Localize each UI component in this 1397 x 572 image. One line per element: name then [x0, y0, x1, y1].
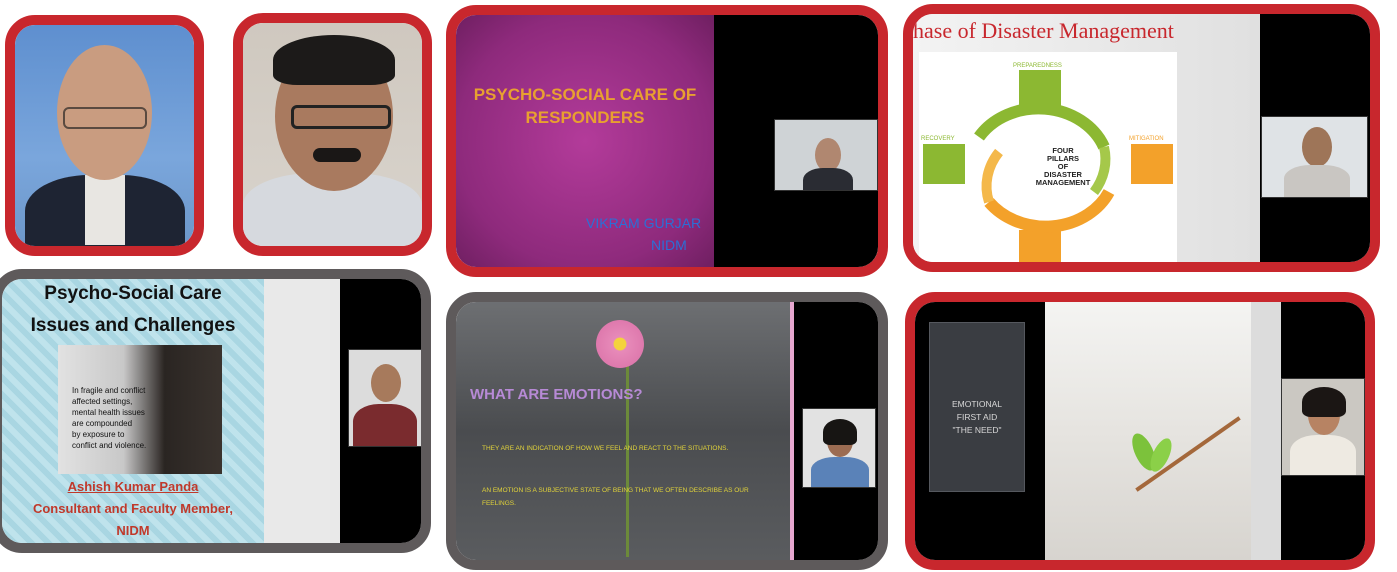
- video-tile-shared-screen-5[interactable]: EMOTIONAL FIRST AID "THE NEED": [905, 292, 1375, 570]
- gray-gap: [264, 279, 340, 543]
- quote-line: are compounded: [72, 419, 133, 428]
- video-tile-shared-screen-4[interactable]: WHAT ARE EMOTIONS? THEY ARE AN INDICATIO…: [446, 292, 888, 570]
- quote-line: conflict and violence.: [72, 441, 147, 450]
- slide-line-2: FIRST AID: [956, 412, 998, 422]
- quote-text: In fragile and conflict affected setting…: [72, 385, 182, 451]
- quote-line: mental health issues: [72, 408, 145, 417]
- slide-bullet-1: THEY ARE AN INDICATION OF HOW WE FEEL AN…: [482, 445, 729, 452]
- quote-line: affected settings,: [72, 397, 133, 406]
- flower-icon: [596, 320, 644, 368]
- presenter-thumbnail[interactable]: [1261, 116, 1368, 198]
- presenter-thumbnail[interactable]: [1281, 378, 1365, 476]
- video-tile-shared-screen-3[interactable]: Psycho-Social Care Issues and Challenges…: [0, 269, 431, 553]
- participant-body: [1284, 165, 1350, 197]
- video-tile-shared-screen-1[interactable]: PSYCHO-SOCIAL CARE OF RESPONDERS VIKRAM …: [446, 5, 888, 277]
- slide-line-1: EMOTIONAL: [951, 399, 1003, 409]
- participant-hair: [273, 35, 395, 85]
- label-mitigation: MITIGATION: [1129, 136, 1164, 142]
- response-icon: [1019, 230, 1061, 262]
- presenter-thumbnail[interactable]: [802, 408, 876, 488]
- slide-line-3: "THE NEED": [952, 425, 1002, 435]
- sprout-photo: [1045, 302, 1251, 560]
- participant-face: [1302, 127, 1332, 167]
- slide-bullet-2-line-2: FEELINGS.: [482, 500, 516, 507]
- slide-bullet-2-line-1: AN EMOTION IS A SUBJECTIVE STATE OF BEIN…: [482, 487, 749, 494]
- label-preparedness: PREPAREDNESS: [1013, 63, 1062, 69]
- presenter-thumbnail[interactable]: [348, 349, 421, 447]
- slide-title: hase of Disaster Management: [913, 18, 1174, 43]
- video-tile-participant-2[interactable]: [233, 13, 432, 256]
- participant-body: [1290, 435, 1356, 475]
- participant-video: [15, 25, 194, 246]
- participant-face: [815, 138, 841, 172]
- participant-body: [803, 168, 853, 190]
- participant-hair: [1302, 387, 1346, 417]
- slide-title-line-1: PSYCHO-SOCIAL CARE OF: [473, 85, 697, 104]
- quote-line: by exposure to: [72, 430, 125, 439]
- participant-mustache: [313, 148, 361, 162]
- diagram-center-text: FOUR PILLARS OF DISASTER MANAGEMENT: [1013, 147, 1113, 187]
- speaker-org: NIDM: [116, 523, 150, 538]
- slide-heading: WHAT ARE EMOTIONS?: [470, 386, 643, 403]
- slide-org: NIDM: [651, 237, 687, 253]
- recovery-icon: [923, 144, 965, 184]
- slide-author: VIKRAM GURJAR: [586, 215, 702, 231]
- label-recovery: RECOVERY: [921, 136, 955, 142]
- participant-video: [243, 23, 422, 246]
- participant-collar: [85, 175, 125, 245]
- participant-body: [353, 404, 417, 446]
- video-tile-participant-1[interactable]: [5, 15, 204, 256]
- mitigation-icon: [1131, 144, 1173, 184]
- video-tile-shared-screen-2[interactable]: hase of Disaster Management PREPAREDNESS…: [903, 4, 1380, 272]
- center-line: MANAGEMENT: [1035, 178, 1091, 187]
- speaker-role: Consultant and Faculty Member,: [32, 501, 234, 516]
- quote-line: In fragile and conflict: [72, 386, 146, 395]
- slide-photo: In fragile and conflict affected setting…: [58, 345, 222, 474]
- slide-title-line-2: Issues and Challenges: [30, 315, 236, 336]
- presenter-thumbnail[interactable]: [774, 119, 878, 191]
- participant-body: [811, 457, 869, 487]
- gray-gap: [1251, 302, 1281, 560]
- slide-title-line-2: RESPONDERS: [525, 108, 645, 127]
- slide-title-line-1: Psycho-Social Care: [44, 283, 222, 304]
- speaker-name: Ashish Kumar Panda: [67, 479, 199, 494]
- participant-glasses: [291, 105, 391, 129]
- participant-hair: [823, 419, 857, 445]
- participant-face: [371, 364, 401, 402]
- participant-glasses: [63, 107, 147, 129]
